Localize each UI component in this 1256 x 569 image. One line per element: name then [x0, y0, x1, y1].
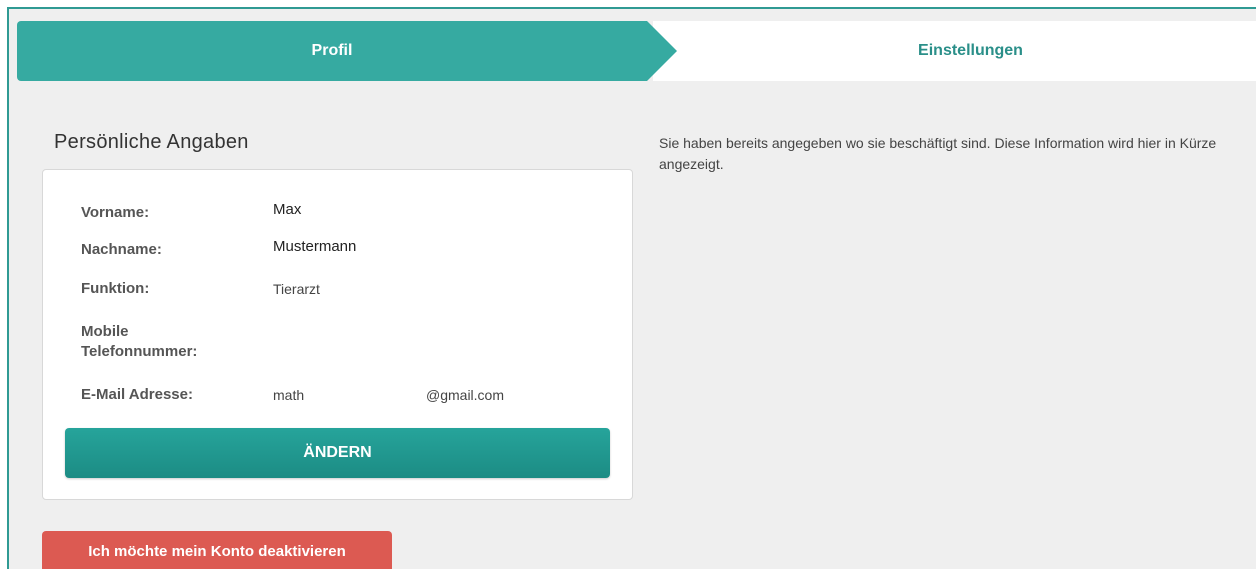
- last-name-label: Nachname:: [81, 241, 162, 258]
- tab-profile-label: Profil: [311, 42, 353, 59]
- email-label: E-Mail Adresse:: [81, 386, 193, 403]
- function-label: Funktion:: [81, 280, 150, 297]
- section-title: Persönliche Angaben: [54, 131, 249, 153]
- first-name-value: Max: [273, 201, 302, 218]
- tab-profile[interactable]: Profil: [17, 21, 677, 81]
- tab-settings-label: Einstellungen: [918, 42, 1023, 59]
- last-name-value: Mustermann: [273, 238, 357, 255]
- step-tabs: Profil Einstellungen: [17, 21, 1256, 81]
- mobile-label-line1: Mobile: [81, 323, 129, 340]
- personal-info-card: Vorname: Max Nachname: Mustermann Funkti…: [42, 169, 633, 500]
- deactivate-account-label: Ich möchte mein Konto deaktivieren: [88, 542, 346, 560]
- first-name-label: Vorname:: [81, 204, 150, 221]
- email-local-value: math: [273, 387, 305, 403]
- change-button[interactable]: ÄNDERN: [65, 428, 610, 478]
- employment-notice: Sie haben bereits angegeben wo sie besch…: [659, 135, 1217, 172]
- page-frame: Profil Einstellungen Persönliche Angaben…: [7, 7, 1256, 569]
- email-domain-value: @gmail.com: [426, 387, 505, 403]
- change-button-label: ÄNDERN: [303, 444, 372, 461]
- mobile-label-line2: Telefonnummer:: [81, 343, 198, 360]
- tab-settings[interactable]: Einstellungen: [653, 21, 1256, 81]
- deactivate-account-button[interactable]: Ich möchte mein Konto deaktivieren: [42, 531, 392, 569]
- function-value: Tierarzt: [273, 281, 320, 297]
